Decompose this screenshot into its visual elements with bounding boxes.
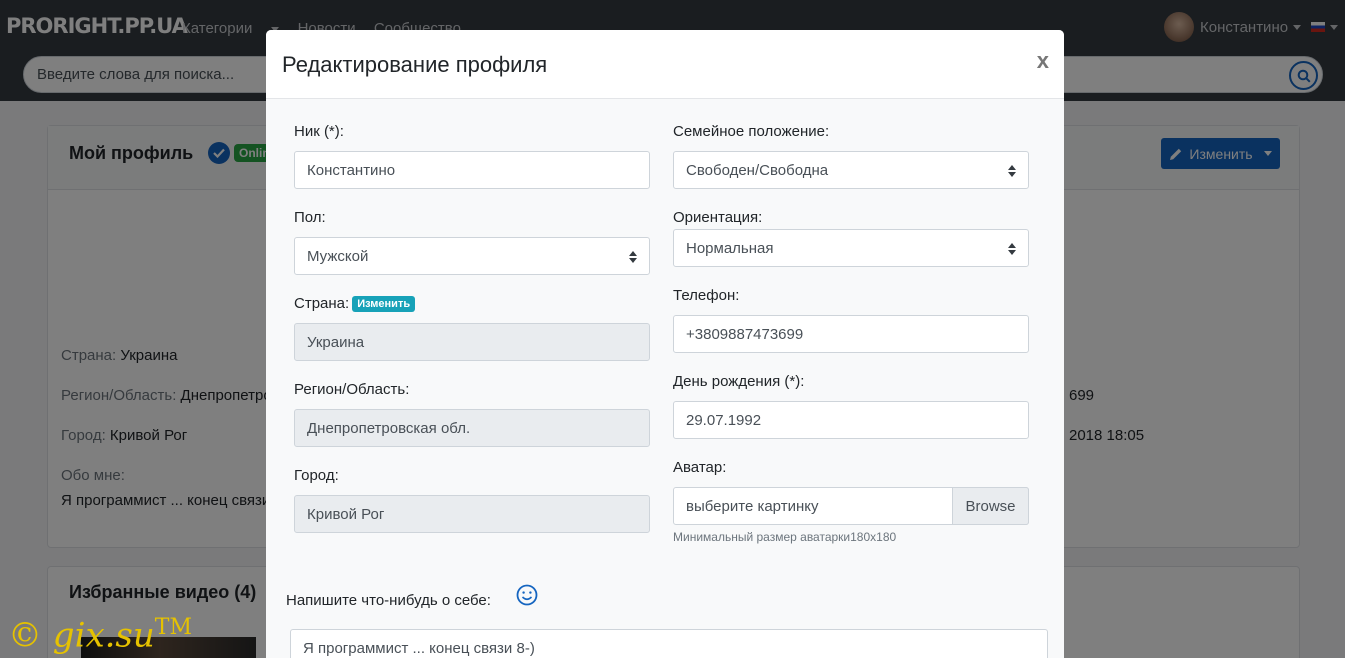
phone-input[interactable]: +3809887473699 bbox=[673, 315, 1029, 353]
gender-label: Пол: bbox=[294, 209, 326, 226]
marital-label: Семейное положение: bbox=[673, 123, 830, 140]
avatar-help-text: Минимальный размер аватарки180x180 bbox=[673, 530, 897, 544]
gender-value: Мужской bbox=[307, 247, 369, 265]
country-label: Страна: bbox=[294, 295, 350, 312]
city-value: Кривой Рог bbox=[307, 505, 385, 523]
browse-button[interactable]: Browse bbox=[952, 487, 1029, 525]
select-arrows-icon bbox=[629, 251, 637, 263]
close-button[interactable]: x bbox=[1037, 48, 1049, 74]
marital-select[interactable]: Свободен/Свободна bbox=[673, 151, 1029, 189]
avatar-label: Аватар: bbox=[673, 459, 727, 476]
birthday-value: 29.07.1992 bbox=[686, 411, 762, 429]
nick-input[interactable]: Константино bbox=[294, 151, 650, 189]
phone-value: +3809887473699 bbox=[686, 325, 804, 343]
birthday-label: День рождения (*): bbox=[673, 373, 805, 390]
marital-value: Свободен/Свободна bbox=[686, 161, 829, 179]
phone-label: Телефон: bbox=[673, 287, 740, 304]
birthday-input[interactable]: 29.07.1992 bbox=[673, 401, 1029, 439]
region-field: Днепропетровская обл. bbox=[294, 409, 650, 447]
city-label: Город: bbox=[294, 467, 339, 484]
avatar-placeholder: выберите картинку bbox=[686, 497, 819, 515]
gender-select[interactable]: Мужской bbox=[294, 237, 650, 275]
city-field: Кривой Рог bbox=[294, 495, 650, 533]
country-label-row: Страна: Изменить bbox=[294, 295, 416, 312]
about-value: Я программист ... конец связи 8-) bbox=[303, 640, 535, 657]
nick-value: Константино bbox=[307, 161, 396, 179]
region-label: Регион/Область: bbox=[294, 381, 410, 398]
change-country-button[interactable]: Изменить bbox=[352, 296, 416, 312]
smiley-icon[interactable] bbox=[516, 584, 538, 606]
about-label: Напишите что-нибудь о себе: bbox=[286, 592, 491, 609]
watermark: © gix.suTM bbox=[8, 615, 192, 655]
orientation-value: Нормальная bbox=[686, 239, 774, 257]
avatar-file-input[interactable]: выберите картинку Browse bbox=[673, 487, 1029, 525]
modal-title: Редактирование профиля bbox=[282, 52, 548, 77]
watermark-text: © gix.su bbox=[8, 615, 155, 656]
country-value: Украина bbox=[307, 333, 365, 351]
modal-header: Редактирование профиля x bbox=[266, 30, 1064, 99]
edit-profile-modal: Редактирование профиля x Ник (*): Конста… bbox=[266, 30, 1064, 658]
country-field: Украина bbox=[294, 323, 650, 361]
watermark-tm: TM bbox=[154, 615, 192, 640]
select-arrows-icon bbox=[1008, 243, 1016, 255]
nick-label: Ник (*): bbox=[294, 123, 344, 140]
orientation-label: Ориентация: bbox=[673, 209, 763, 226]
region-value: Днепропетровская обл. bbox=[307, 419, 471, 437]
orientation-select[interactable]: Нормальная bbox=[673, 229, 1029, 267]
select-arrows-icon bbox=[1008, 165, 1016, 177]
about-textarea[interactable]: Я программист ... конец связи 8-) bbox=[290, 629, 1048, 658]
